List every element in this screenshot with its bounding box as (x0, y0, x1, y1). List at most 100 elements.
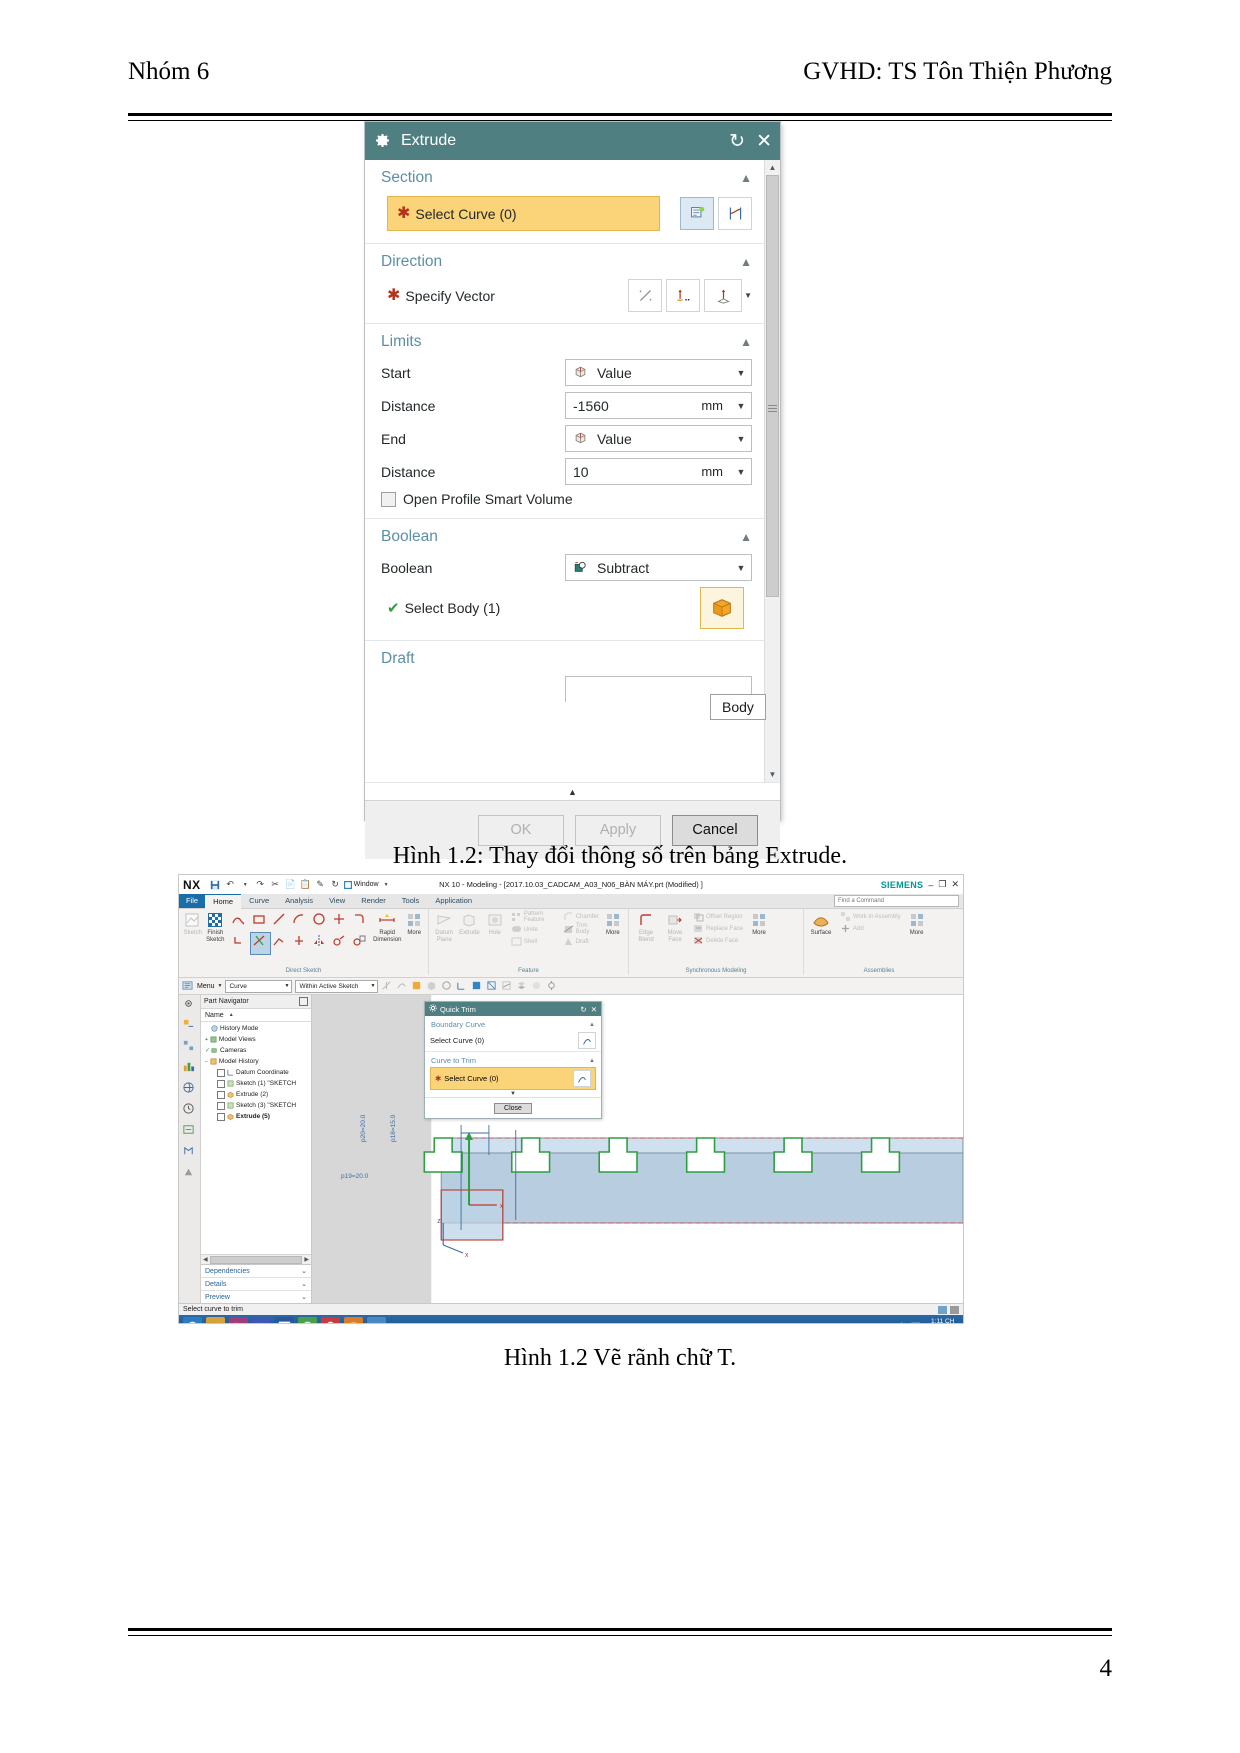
assy-add[interactable]: Add (840, 923, 901, 934)
node-checkbox[interactable] (217, 1112, 225, 1121)
curve-to-trim-select-field[interactable]: ✱ Select Curve (0) (430, 1067, 596, 1090)
limits-header[interactable]: Limits ▲ (365, 324, 764, 356)
chevron-up-icon[interactable]: ▲ (740, 171, 752, 186)
chevron-down-icon[interactable]: ⌄ (301, 1267, 307, 1275)
close-button[interactable]: Close (494, 1102, 532, 1114)
restore-icon[interactable]: ❐ (938, 879, 946, 890)
pin-icon[interactable] (299, 997, 308, 1006)
feature-unite[interactable]: Unite (511, 924, 558, 935)
window-menu-icon[interactable] (344, 878, 353, 891)
face-icon[interactable] (411, 980, 423, 992)
panel-details[interactable]: Details ⌄ (201, 1278, 311, 1291)
section-header[interactable]: Section ▲ (365, 160, 764, 192)
body-icon[interactable] (426, 980, 438, 992)
window-menu-label[interactable]: Window (354, 881, 379, 888)
chevron-down-icon[interactable]: ▼ (285, 983, 292, 989)
chrome-icon[interactable] (298, 1317, 317, 1323)
curve-to-trim-section-header[interactable]: Curve to Trim ▲ (425, 1051, 601, 1066)
chevron-down-icon[interactable]: ⌄ (301, 1280, 307, 1288)
cut-icon[interactable]: ✂ (269, 878, 282, 891)
profile-icon[interactable] (231, 911, 250, 932)
panel-dependencies[interactable]: Dependencies ⌄ (201, 1265, 311, 1278)
feature-draft[interactable]: Draft (563, 936, 599, 947)
tree-node-cameras[interactable]: ✓ Model History Cameras (201, 1045, 311, 1056)
chevron-down-icon[interactable]: ▼ (731, 401, 751, 411)
scroll-left-icon[interactable]: ◀ (201, 1256, 210, 1263)
close-icon[interactable]: ✕ (756, 130, 772, 153)
chevron-down-icon[interactable]: ▼ (371, 983, 378, 989)
limits-distance-end-input[interactable]: 10 mm ▼ (565, 458, 752, 485)
assembly-navigator-icon[interactable] (182, 1018, 197, 1033)
settings-icon[interactable] (182, 997, 197, 1012)
select-icon[interactable]: ✎ (314, 878, 327, 891)
chevron-down-icon[interactable]: ▼ (731, 467, 751, 477)
close-icon[interactable]: ✕ (591, 1005, 597, 1014)
chevron-down-icon[interactable]: ▼ (218, 983, 223, 989)
shaded-icon[interactable] (471, 980, 483, 992)
limits-start-select[interactable]: Value ▼ (565, 359, 752, 386)
tab-tools[interactable]: Tools (394, 894, 428, 908)
navigator-hscrollbar[interactable]: ◀ ▶ (201, 1254, 311, 1264)
vector-constructor-icon[interactable] (704, 279, 743, 312)
reset-icon[interactable]: ↻ (580, 1005, 586, 1014)
open-profile-smart-volume-row[interactable]: Open Profile Smart Volume (365, 488, 764, 510)
ribbon-more-assy-button[interactable]: More (904, 911, 930, 937)
paint-icon[interactable] (367, 1317, 386, 1323)
part-navigator-column-header[interactable]: Name ▲ (201, 1009, 311, 1022)
scrollbar-thumb[interactable] (766, 175, 779, 597)
feature-shell[interactable]: Shell (511, 936, 558, 947)
arc-icon[interactable] (291, 911, 310, 932)
boundary-curve-select-row[interactable]: Select Curve (0) (425, 1030, 601, 1051)
expander-minus-icon[interactable]: − (205, 1059, 208, 1065)
app-icon[interactable] (252, 1317, 271, 1323)
tab-application[interactable]: Application (427, 894, 480, 908)
circle-icon[interactable] (311, 911, 330, 932)
reverse-direction-icon[interactable] (628, 279, 663, 312)
open-profile-smart-volume-checkbox[interactable] (381, 491, 396, 507)
panel-preview[interactable]: Preview ⌄ (201, 1291, 311, 1303)
wireframe-icon[interactable] (486, 980, 498, 992)
apply-button[interactable]: Apply (575, 814, 661, 846)
menu-icon[interactable] (182, 980, 194, 992)
chevron-up-icon[interactable]: ▲ (740, 255, 752, 270)
graphics-window[interactable]: x z x p20=20.0 p19=20.0 p18=15.0 Quick T… (312, 995, 963, 1303)
media-icon[interactable] (229, 1317, 248, 1323)
cancel-button[interactable]: Cancel (672, 814, 758, 846)
offset-icon[interactable] (291, 933, 310, 954)
assy-work-in-assembly[interactable]: Work in Assembly (840, 911, 901, 922)
chevron-up-icon[interactable]: ▲ (589, 1058, 595, 1064)
explorer-icon[interactable] (206, 1317, 225, 1323)
scroll-up-icon[interactable]: ▲ (765, 160, 780, 175)
trim-icon[interactable] (231, 933, 250, 954)
volume-icon[interactable] (897, 1321, 907, 1323)
ie-icon[interactable] (183, 1317, 202, 1323)
node-checkbox[interactable] (217, 1068, 225, 1077)
tree-node-model-views[interactable]: + Model Views (201, 1034, 311, 1045)
chevron-down-icon[interactable]: ⌄ (301, 1293, 307, 1301)
menu-label[interactable]: Menu (197, 983, 215, 990)
filter-type-combo[interactable]: Curve ▼ (225, 979, 293, 993)
ribbon-more-sync-button[interactable]: More (746, 911, 772, 937)
ribbon-edge-blend-button[interactable]: Edge Blend (633, 911, 659, 944)
scroll-right-icon[interactable]: ▶ (302, 1256, 311, 1263)
dialog-scrollbar[interactable]: ▲ ▼ (764, 160, 780, 782)
scroll-down-icon[interactable]: ▼ (765, 767, 780, 782)
mirror-icon[interactable] (311, 933, 330, 954)
save-icon[interactable] (209, 878, 222, 891)
node-checkbox[interactable] (217, 1079, 225, 1088)
collapse-dialog-button[interactable]: ▲ (365, 782, 780, 800)
orange-cube-icon[interactable] (700, 587, 744, 629)
section-icon[interactable] (501, 980, 513, 992)
expander-plus-icon[interactable]: + (205, 1037, 208, 1043)
sketch-section-icon[interactable] (680, 197, 714, 230)
ribbon-surface-button[interactable]: Surface (808, 911, 834, 937)
hscroll-thumb[interactable] (209, 1255, 303, 1264)
curve-rule-icon[interactable] (573, 1070, 591, 1087)
word-icon[interactable]: W (275, 1317, 294, 1323)
tray-expand-icon[interactable]: ▲ (874, 1323, 880, 1324)
point-icon[interactable] (331, 911, 350, 932)
wcs-icon[interactable] (456, 980, 468, 992)
tab-render[interactable]: Render (353, 894, 394, 908)
feature-chamfer[interactable]: Chamfer (563, 911, 599, 922)
select-curve-field[interactable]: ✱ Select Curve (0) (387, 196, 660, 231)
